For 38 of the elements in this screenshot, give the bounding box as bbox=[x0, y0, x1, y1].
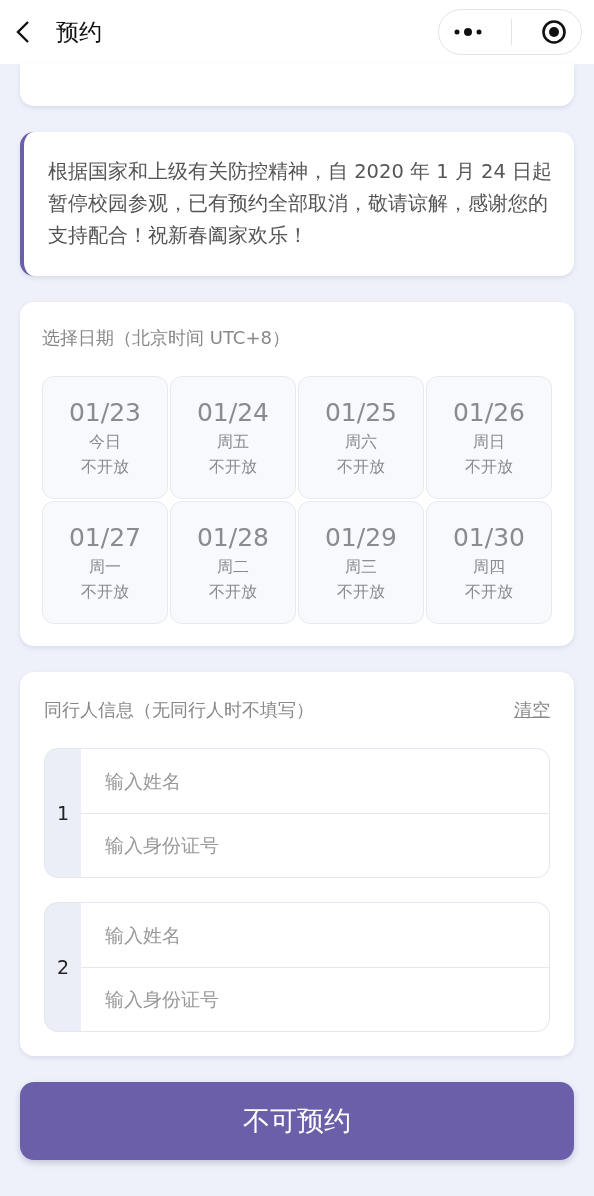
page-title: 预约 bbox=[56, 17, 103, 47]
date-label: 01/24 bbox=[196, 396, 269, 429]
id-number-field[interactable]: 输入身份证号 bbox=[81, 967, 550, 1032]
row-number: 1 bbox=[44, 748, 81, 878]
close-icon[interactable] bbox=[540, 19, 567, 45]
row-number: 2 bbox=[44, 902, 81, 1032]
status-label: 不开放 bbox=[337, 455, 385, 478]
weekday-label: 今日 bbox=[89, 430, 121, 453]
more-icon[interactable] bbox=[453, 27, 484, 37]
status-label: 不开放 bbox=[209, 580, 257, 603]
clear-link[interactable]: 清空 bbox=[514, 698, 550, 722]
status-label: 不开放 bbox=[465, 455, 513, 478]
section-title: 选择日期（北京时间 UTC+8） bbox=[42, 326, 291, 350]
weekday-label: 周一 bbox=[89, 555, 121, 578]
weekday-label: 周五 bbox=[217, 430, 249, 453]
date-label: 01/29 bbox=[324, 521, 397, 554]
status-label: 不开放 bbox=[209, 455, 257, 478]
status-label: 不开放 bbox=[465, 580, 513, 603]
status-label: 不开放 bbox=[81, 455, 129, 478]
weekday-label: 周四 bbox=[473, 555, 505, 578]
weekday-label: 周日 bbox=[473, 430, 505, 453]
status-label: 不开放 bbox=[81, 580, 129, 603]
section-title: 同行人信息（无同行人时不填写） bbox=[44, 698, 314, 722]
weekday-label: 周二 bbox=[217, 555, 249, 578]
date-label: 01/26 bbox=[452, 396, 525, 429]
date-label: 01/23 bbox=[68, 396, 141, 429]
submit-button[interactable]: 不可预约 bbox=[20, 1082, 574, 1160]
status-label: 不开放 bbox=[337, 580, 385, 603]
date-label: 01/30 bbox=[452, 521, 525, 554]
date-label: 01/28 bbox=[196, 521, 269, 554]
name-field[interactable]: 输入姓名 bbox=[81, 748, 550, 814]
notice-text: 根据国家和上级有关防控精神，自 2020 年 1 月 24 日起暂停校园参观，已有预约全部取消，敬请谅解，感谢您的支持配合！祝新春阖家欢乐！ bbox=[48, 159, 554, 249]
weekday-label: 周六 bbox=[345, 430, 377, 453]
weekday-label: 周三 bbox=[345, 555, 377, 578]
date-label: 01/27 bbox=[68, 521, 141, 554]
date-label: 01/25 bbox=[324, 396, 397, 429]
name-field[interactable]: 输入姓名 bbox=[81, 902, 550, 968]
id-number-field[interactable]: 输入身份证号 bbox=[81, 813, 550, 878]
